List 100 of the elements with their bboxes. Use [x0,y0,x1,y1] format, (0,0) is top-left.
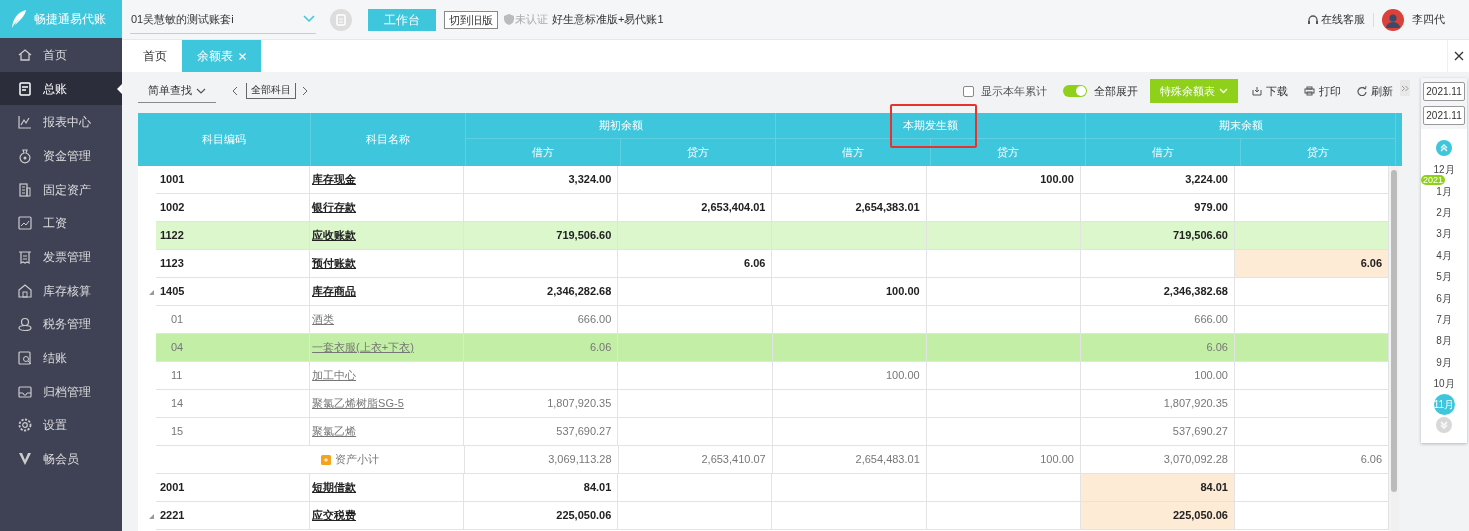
chevron-down-icon [1219,88,1228,94]
building-icon [17,181,33,198]
account-link[interactable]: 银行存款 [312,199,357,216]
code-cell: 04 [155,334,311,362]
user-name[interactable]: 李四代 [1412,11,1445,28]
subject-filter[interactable]: 全部科目 [246,83,296,99]
code-cell: 2221 [155,502,311,530]
expand-triangle-icon[interactable] [148,289,154,295]
account-link[interactable]: 酒类 [312,311,335,328]
checkbox[interactable] [963,85,974,97]
chevron-right-icon[interactable] [302,86,308,96]
chevron-left-icon[interactable] [232,86,238,96]
amount-cell: 979.00 [1080,194,1235,222]
collapse-panel-button[interactable] [1400,80,1410,96]
checkbox-label: 显示本年累计 [981,83,1047,99]
column-group-header: 期末余额 [1218,118,1263,134]
month-item[interactable]: 1月 [1436,183,1452,199]
month-item[interactable]: 9月 [1436,354,1452,370]
download-icon[interactable] [1252,86,1262,96]
sidebar-item[interactable]: 归档管理 [0,374,122,409]
code-cell: 1123 [155,250,311,278]
expand-triangle-icon[interactable] [148,513,154,519]
month-item[interactable]: 6月 [1436,290,1452,306]
old-version-button[interactable]: 切到旧版 [444,10,498,29]
download-link[interactable]: 下载 [1266,82,1288,100]
certification-status: 未认证 [515,12,548,28]
ledger-icon [17,80,33,97]
account-set-select[interactable]: 01吴慧敏的测试账套i [130,5,316,34]
month-item[interactable]: 5月 [1436,269,1452,285]
sidebar-item[interactable]: 报表中心 [0,105,122,140]
scroll-down-icon[interactable] [1436,416,1452,433]
scrollbar-thumb[interactable] [1391,170,1398,492]
amount-cell: 100.00 [1080,362,1235,390]
warehouse-icon [17,282,33,299]
code-cell: 2001 [155,474,311,502]
sidebar-item[interactable]: 总账 [0,71,122,106]
account-link[interactable]: 聚氯乙烯树脂SG-5 [312,395,404,412]
month-item[interactable]: 7月 [1436,311,1452,327]
print-link[interactable]: 打印 [1319,82,1341,100]
amount-cell: 537,690.27 [464,418,619,446]
amount-cell: 666.00 [1080,306,1235,334]
print-icon[interactable] [1304,86,1315,96]
money-bag-icon [17,147,33,164]
month-item[interactable]: 8月 [1436,333,1452,349]
toggle-switch[interactable] [1063,85,1087,97]
code-cell: 1405 [155,278,311,306]
sidebar-item[interactable]: 库存核算 [0,273,122,308]
sidebar-item[interactable]: 首页 [0,38,122,72]
amount-cell: 6.06 [464,334,619,362]
sidebar-item[interactable]: 结账 [0,341,122,375]
refresh-link[interactable]: 刷新 [1371,82,1393,100]
amount-cell: 6.06 [1234,250,1390,278]
sidebar-item[interactable]: 工资 [0,206,122,241]
month-item[interactable]: 3月 [1436,226,1452,242]
avatar[interactable] [1382,8,1404,31]
account-link[interactable]: 库存现金 [312,171,357,188]
month-item[interactable]: 12月 [1433,162,1455,178]
settings-icon [17,417,33,434]
column-group-header: 期初余额 [598,118,643,134]
month-item[interactable]: 10月 [1433,376,1455,392]
account-link[interactable]: 短期借款 [312,479,357,496]
code-cell: 14 [155,390,311,418]
online-support-link[interactable]: 在线客服 [1321,11,1365,28]
amount-cell: 100.00 [926,446,1081,474]
toggle-label: 全部展开 [1094,83,1138,99]
sidebar-item[interactable]: 设置 [0,408,122,443]
account-link[interactable]: 预付账款 [312,255,357,272]
amount-cell: 225,050.06 [1080,502,1235,530]
tax-icon [17,316,33,333]
amount-cell: 84.01 [1080,474,1235,502]
scroll-up-icon[interactable] [1436,140,1452,156]
refresh-icon[interactable] [1357,86,1367,96]
code-cell: 11 [155,362,311,390]
month-item[interactable]: 4月 [1436,247,1452,263]
account-link[interactable]: 应交税费 [312,507,357,524]
sidebar-item[interactable]: 固定资产 [0,172,122,207]
account-link[interactable]: 聚氯乙烯 [312,423,357,440]
search-mode-select[interactable]: 简单查找 [138,79,216,103]
account-link[interactable]: 应收账款 [312,227,357,244]
sidebar-item[interactable]: 税务管理 [0,307,122,342]
amount-cell: 100.00 [926,166,1081,194]
month-item[interactable]: 2月 [1436,204,1452,220]
amount-cell: 6.06 [1080,334,1235,362]
checkout-icon [17,350,33,367]
sidebar-item[interactable]: 资金管理 [0,139,122,173]
amount-cell: 719,506.60 [464,222,619,250]
code-cell: 15 [155,418,311,446]
account-link[interactable]: 库存商品 [312,283,357,300]
end-period-field[interactable]: 2021.11 [1423,106,1465,125]
column-group-header: 本期发生额 [903,118,958,134]
sidebar-item[interactable]: 发票管理 [0,240,122,274]
amount-cell: 719,506.60 [1080,222,1235,250]
start-period-field[interactable]: 2021.11 [1423,82,1465,101]
code-cell: 1002 [155,194,311,222]
sidebar-item[interactable]: 畅会员 [0,442,122,476]
subtotal-cell: 资产小计 [155,446,465,474]
amount-cell: 666.00 [464,306,619,334]
amount-cell: 2,654,383.01 [772,194,927,222]
code-cell: 01 [155,306,311,334]
account-link[interactable]: 加工中心 [312,367,357,384]
